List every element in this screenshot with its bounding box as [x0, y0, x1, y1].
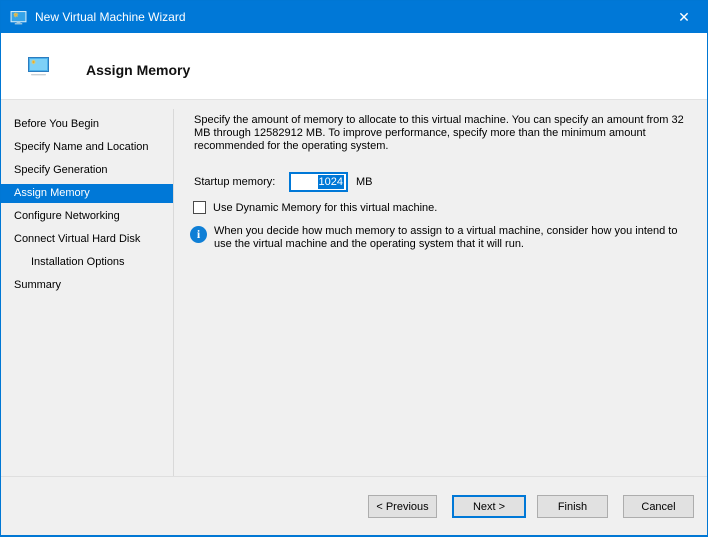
new-vm-wizard-window: New Virtual Machine Wizard ✕ Assign Memo…: [0, 0, 708, 537]
dynamic-memory-label: Use Dynamic Memory for this virtual mach…: [213, 201, 438, 214]
info-note-text: When you decide how much memory to assig…: [214, 225, 678, 250]
sidebar-item-assign-memory[interactable]: Assign Memory: [1, 184, 173, 203]
assign-memory-monitor-icon: [28, 57, 49, 76]
finish-button[interactable]: Finish: [537, 495, 608, 518]
startup-memory-input[interactable]: 1024: [289, 172, 348, 192]
wizard-header: Assign Memory: [1, 33, 707, 100]
sidebar-item-installation-options[interactable]: Installation Options: [1, 253, 173, 272]
sidebar-item-specify-name-and-location[interactable]: Specify Name and Location: [1, 138, 173, 157]
dynamic-memory-checkbox[interactable]: [193, 201, 206, 214]
startup-memory-label: Startup memory:: [194, 176, 276, 188]
startup-memory-row: Startup memory: 1024 MB: [194, 172, 373, 192]
wizard-steps-sidebar: Before You Begin Specify Name and Locati…: [1, 109, 174, 476]
sidebar-item-specify-generation[interactable]: Specify Generation: [1, 161, 173, 180]
info-note-row: i When you decide how much memory to ass…: [190, 225, 695, 251]
footer-separator: [1, 476, 707, 477]
close-button[interactable]: ✕: [661, 1, 707, 33]
titlebar[interactable]: New Virtual Machine Wizard ✕: [1, 1, 707, 33]
sidebar-item-configure-networking[interactable]: Configure Networking: [1, 207, 173, 226]
next-button[interactable]: Next >: [452, 495, 526, 518]
close-icon: ✕: [678, 9, 690, 25]
cancel-button[interactable]: Cancel: [623, 495, 694, 518]
page-title: Assign Memory: [86, 62, 191, 78]
dynamic-memory-row: Use Dynamic Memory for this virtual mach…: [193, 200, 437, 215]
sidebar-item-summary[interactable]: Summary: [1, 276, 173, 295]
previous-button[interactable]: < Previous: [368, 495, 437, 518]
sidebar-item-connect-virtual-hard-disk[interactable]: Connect Virtual Hard Disk: [1, 230, 173, 249]
info-icon: i: [190, 226, 207, 243]
memory-unit-label: MB: [356, 176, 373, 188]
sidebar-item-before-you-begin[interactable]: Before You Begin: [1, 115, 173, 134]
info-icon-glyph: i: [196, 227, 201, 241]
window-title: New Virtual Machine Wizard: [35, 10, 186, 24]
startup-memory-value: 1024: [317, 175, 344, 189]
memory-description-text: Specify the amount of memory to allocate…: [194, 114, 684, 152]
vm-monitor-icon: [10, 10, 27, 24]
